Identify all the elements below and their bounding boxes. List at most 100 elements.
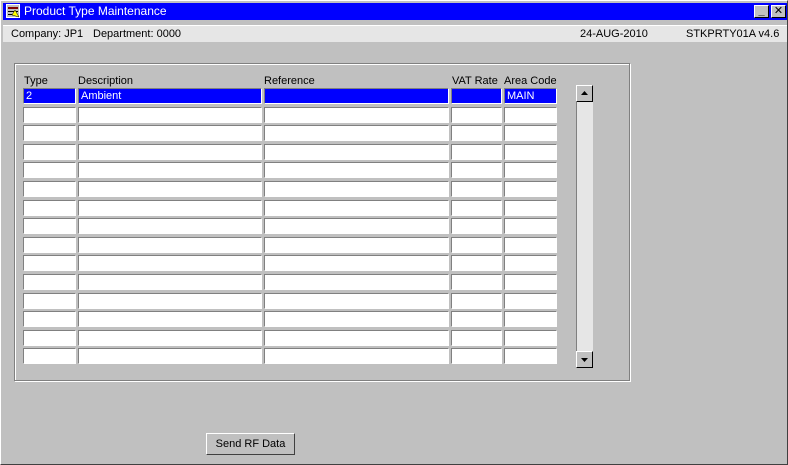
arrow-up-icon[interactable] bbox=[576, 85, 593, 102]
arrow-down-icon[interactable] bbox=[576, 351, 593, 368]
table-row[interactable] bbox=[23, 107, 558, 125]
type-cell[interactable]: 2 bbox=[23, 88, 76, 104]
vat-rate-cell[interactable] bbox=[451, 274, 502, 290]
vat-rate-cell[interactable] bbox=[451, 181, 502, 197]
vat-rate-cell[interactable] bbox=[451, 200, 502, 216]
area-code-cell[interactable] bbox=[504, 162, 557, 178]
description-cell[interactable] bbox=[78, 162, 262, 178]
reference-cell[interactable] bbox=[264, 88, 449, 104]
vat-rate-cell[interactable] bbox=[451, 330, 502, 346]
title-bar[interactable]: Product Type Maintenance _ ✕ bbox=[3, 3, 787, 20]
reference-cell[interactable] bbox=[264, 237, 449, 253]
table-row[interactable] bbox=[23, 311, 558, 329]
reference-cell[interactable] bbox=[264, 255, 449, 271]
description-cell[interactable] bbox=[78, 255, 262, 271]
send-rf-data-button[interactable]: Send RF Data bbox=[206, 433, 295, 455]
scrollbar-track[interactable] bbox=[576, 102, 593, 351]
table-row[interactable] bbox=[23, 162, 558, 180]
vat-rate-cell[interactable] bbox=[451, 311, 502, 327]
table-row[interactable] bbox=[23, 181, 558, 199]
vat-rate-cell[interactable] bbox=[451, 348, 502, 364]
description-cell[interactable] bbox=[78, 274, 262, 290]
reference-cell[interactable] bbox=[264, 218, 449, 234]
type-cell[interactable] bbox=[23, 125, 76, 141]
area-code-cell[interactable] bbox=[504, 200, 557, 216]
type-cell[interactable] bbox=[23, 330, 76, 346]
table-row[interactable] bbox=[23, 255, 558, 273]
vat-rate-cell[interactable] bbox=[451, 237, 502, 253]
area-code-cell[interactable] bbox=[504, 218, 557, 234]
description-cell[interactable] bbox=[78, 107, 262, 123]
grid-scrollbar[interactable] bbox=[576, 85, 593, 368]
area-code-cell[interactable] bbox=[504, 181, 557, 197]
table-row[interactable] bbox=[23, 348, 558, 366]
vat-rate-cell[interactable] bbox=[451, 218, 502, 234]
type-cell[interactable] bbox=[23, 255, 76, 271]
reference-cell[interactable] bbox=[264, 274, 449, 290]
table-row[interactable]: 2 Ambient MAIN bbox=[23, 88, 558, 106]
area-code-cell[interactable] bbox=[504, 274, 557, 290]
vat-rate-cell[interactable] bbox=[451, 293, 502, 309]
reference-cell[interactable] bbox=[264, 293, 449, 309]
reference-cell[interactable] bbox=[264, 330, 449, 346]
table-row[interactable] bbox=[23, 293, 558, 311]
type-cell[interactable] bbox=[23, 162, 76, 178]
table-row[interactable] bbox=[23, 125, 558, 143]
reference-cell[interactable] bbox=[264, 200, 449, 216]
description-cell[interactable] bbox=[78, 293, 262, 309]
type-cell[interactable] bbox=[23, 200, 76, 216]
area-code-cell[interactable] bbox=[504, 330, 557, 346]
description-cell[interactable] bbox=[78, 200, 262, 216]
type-cell[interactable] bbox=[23, 181, 76, 197]
type-cell[interactable] bbox=[23, 348, 76, 364]
area-code-cell[interactable] bbox=[504, 144, 557, 160]
form-icon[interactable] bbox=[6, 4, 20, 18]
area-code-cell[interactable] bbox=[504, 125, 557, 141]
description-cell[interactable] bbox=[78, 125, 262, 141]
type-cell[interactable] bbox=[23, 311, 76, 327]
type-cell[interactable] bbox=[23, 107, 76, 123]
description-cell[interactable] bbox=[78, 311, 262, 327]
reference-cell[interactable] bbox=[264, 125, 449, 141]
area-code-cell[interactable] bbox=[504, 255, 557, 271]
reference-cell[interactable] bbox=[264, 162, 449, 178]
type-cell[interactable] bbox=[23, 144, 76, 160]
reference-cell[interactable] bbox=[264, 181, 449, 197]
table-row[interactable] bbox=[23, 237, 558, 255]
table-row[interactable] bbox=[23, 218, 558, 236]
vat-rate-cell[interactable] bbox=[451, 144, 502, 160]
description-cell[interactable] bbox=[78, 218, 262, 234]
description-cell[interactable]: Ambient bbox=[78, 88, 262, 104]
type-cell[interactable] bbox=[23, 293, 76, 309]
reference-cell[interactable] bbox=[264, 144, 449, 160]
description-cell[interactable] bbox=[78, 144, 262, 160]
module-label: STKPRTY01A v4.6 bbox=[686, 28, 780, 40]
area-code-cell[interactable] bbox=[504, 107, 557, 123]
close-button[interactable]: ✕ bbox=[771, 5, 786, 18]
minimize-button[interactable]: _ bbox=[754, 5, 769, 18]
area-code-cell[interactable] bbox=[504, 293, 557, 309]
description-cell[interactable] bbox=[78, 330, 262, 346]
description-cell[interactable] bbox=[78, 237, 262, 253]
type-cell[interactable] bbox=[23, 218, 76, 234]
vat-rate-cell[interactable] bbox=[451, 162, 502, 178]
area-code-cell[interactable]: MAIN bbox=[504, 88, 557, 104]
description-cell[interactable] bbox=[78, 181, 262, 197]
table-row[interactable] bbox=[23, 330, 558, 348]
vat-rate-cell[interactable] bbox=[451, 107, 502, 123]
table-row[interactable] bbox=[23, 200, 558, 218]
description-cell[interactable] bbox=[78, 348, 262, 364]
table-row[interactable] bbox=[23, 144, 558, 162]
type-cell[interactable] bbox=[23, 274, 76, 290]
area-code-cell[interactable] bbox=[504, 348, 557, 364]
type-cell[interactable] bbox=[23, 237, 76, 253]
vat-rate-cell[interactable] bbox=[451, 255, 502, 271]
reference-cell[interactable] bbox=[264, 107, 449, 123]
reference-cell[interactable] bbox=[264, 348, 449, 364]
vat-rate-cell[interactable] bbox=[451, 125, 502, 141]
reference-cell[interactable] bbox=[264, 311, 449, 327]
area-code-cell[interactable] bbox=[504, 311, 557, 327]
area-code-cell[interactable] bbox=[504, 237, 557, 253]
vat-rate-cell[interactable] bbox=[451, 88, 502, 104]
table-row[interactable] bbox=[23, 274, 558, 292]
